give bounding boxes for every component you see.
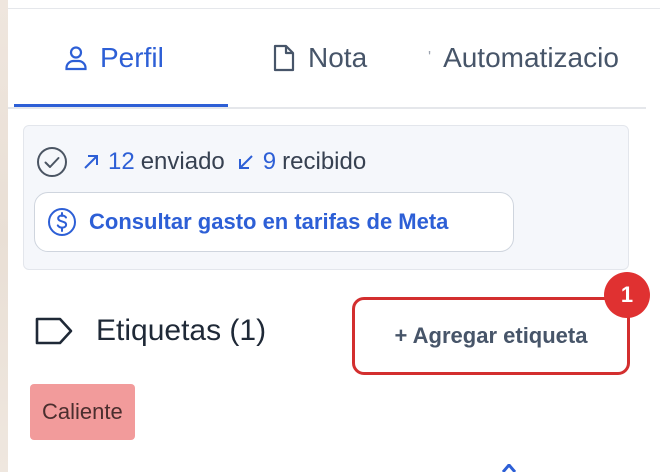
partial-arrow-icon	[502, 464, 516, 472]
message-stats: 12 enviado 9 recibido	[36, 146, 366, 178]
meta-fees-label: Consultar gasto en tarifas de Meta	[89, 209, 449, 234]
bolt-icon: '	[428, 49, 432, 66]
received-label: recibido	[282, 148, 367, 175]
meta-fees-button[interactable]: Consultar gasto en tarifas de Meta	[34, 192, 514, 252]
arrow-up-right-icon	[82, 153, 100, 171]
messages-card: 12 enviado 9 recibido Consultar gasto en…	[23, 125, 629, 270]
arrow-down-left-icon	[237, 153, 255, 171]
tag-chip-caliente[interactable]: Caliente	[30, 384, 135, 440]
sent-count: 12	[108, 148, 135, 175]
dollar-circle-icon	[47, 207, 77, 237]
tab-perfil[interactable]: Perfil	[64, 9, 164, 107]
add-tag-button[interactable]: + Agregar etiqueta	[352, 297, 630, 375]
tab-automatizacion-label: Automatizacio	[443, 42, 619, 73]
user-icon	[64, 45, 88, 71]
background-strip	[0, 0, 8, 472]
tab-bar: Perfil Nota ' Automatizacio	[8, 9, 646, 109]
active-tab-indicator	[14, 104, 228, 107]
tags-title-label: Etiquetas (1)	[96, 314, 267, 347]
tab-nota[interactable]: Nota	[272, 9, 367, 107]
tags-section-title: Etiquetas (1)	[34, 314, 266, 348]
sent-label: enviado	[140, 148, 225, 175]
check-circle-icon	[36, 146, 68, 178]
tab-automatizacion[interactable]: ' Automatizacio	[428, 9, 619, 107]
document-icon	[272, 43, 296, 73]
received-count: 9	[262, 148, 277, 175]
tab-perfil-label: Perfil	[100, 42, 164, 73]
notification-badge: 1	[604, 272, 650, 318]
tag-icon	[34, 316, 74, 346]
tab-nota-label: Nota	[308, 42, 368, 73]
